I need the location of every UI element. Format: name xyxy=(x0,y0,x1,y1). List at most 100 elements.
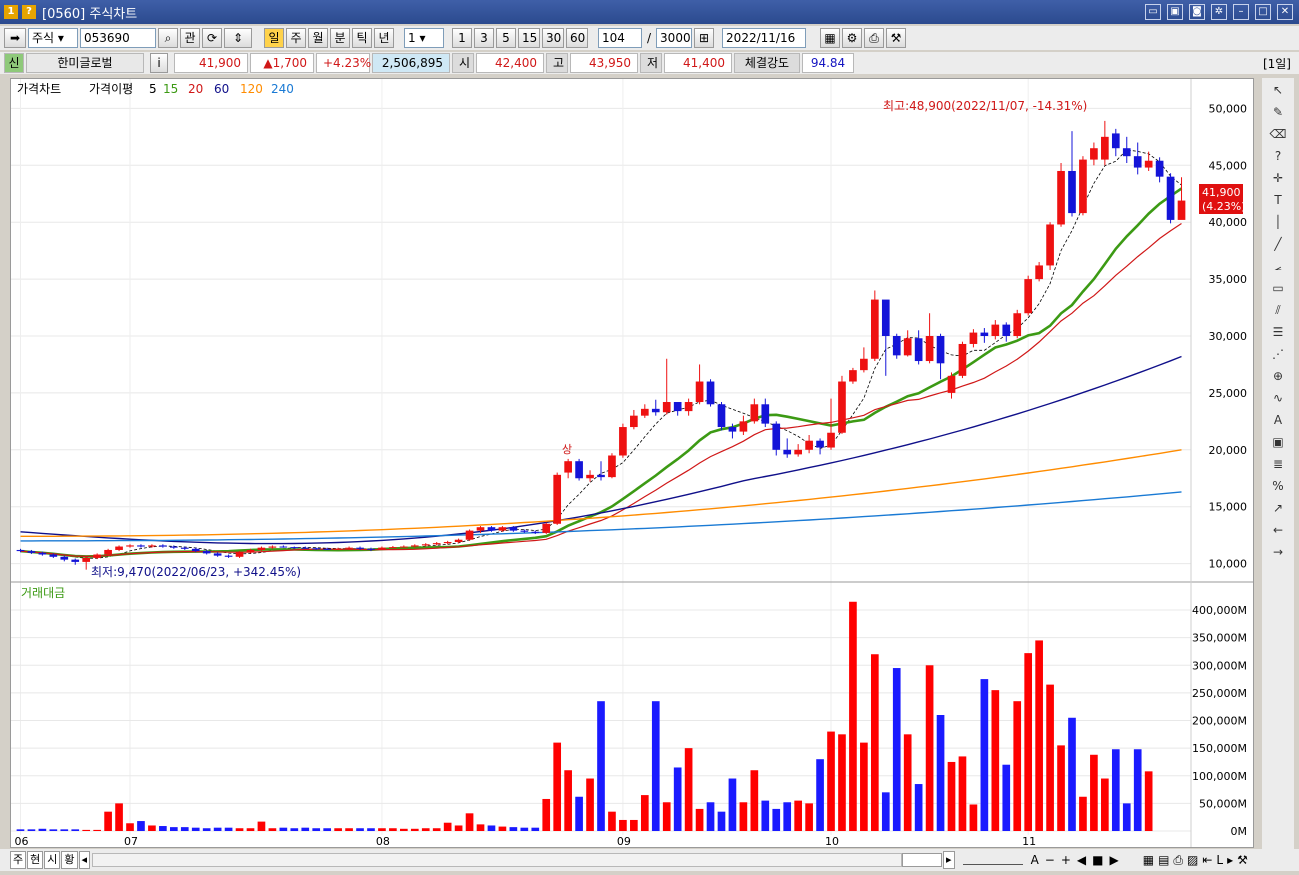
gear-icon[interactable]: ⚙ xyxy=(842,28,863,48)
volume-bars xyxy=(16,601,1153,831)
bottom-btn-hwang[interactable]: 황 xyxy=(61,851,78,869)
maximize-icon[interactable]: □ xyxy=(1255,4,1271,20)
candle-body xyxy=(345,547,353,549)
period-week[interactable]: 주 xyxy=(286,28,306,48)
count-input[interactable]: 104 xyxy=(598,28,642,48)
period-day[interactable]: 일 xyxy=(264,28,284,48)
step-back-icon[interactable]: ◀ xyxy=(1077,853,1086,867)
bottom-btn-ju[interactable]: 주 xyxy=(10,851,27,869)
strength-label: 체결강도 xyxy=(734,53,800,73)
minute-30[interactable]: 30 xyxy=(542,28,564,48)
window-icon[interactable]: ▣ xyxy=(1266,432,1290,452)
fibonacci-icon[interactable]: ☰ xyxy=(1266,322,1290,342)
candle-body xyxy=(838,381,846,433)
chart-svg[interactable]: 10,000 15,000 20,000 25,000 30,000 35,000 40,0… xyxy=(11,79,1253,847)
tools-bottom-icon[interactable]: ⚒ xyxy=(1237,853,1248,867)
vertical-line-icon[interactable]: │ xyxy=(1266,212,1290,232)
channel-icon[interactable]: ⫽ xyxy=(1266,300,1290,320)
minute-1[interactable]: 1 xyxy=(452,28,472,48)
bottom-btn-si[interactable]: 시 xyxy=(44,851,61,869)
chart-icon[interactable]: ▦ xyxy=(820,28,841,48)
zoom-icon[interactable]: ⊕ xyxy=(1266,366,1290,386)
volume-bar xyxy=(684,748,693,831)
apply-icon[interactable]: ⊞ xyxy=(694,28,715,48)
candle-body xyxy=(27,551,36,553)
back-icon[interactable]: ← xyxy=(1266,520,1290,540)
excel-icon[interactable]: ▦ xyxy=(1143,853,1154,867)
date-picker[interactable]: 2022/11/16 ▾ xyxy=(722,28,807,63)
rectangle-icon[interactable]: ▭ xyxy=(1266,278,1290,298)
zoom-slider[interactable] xyxy=(962,855,1023,865)
zoom-in-icon[interactable]: + xyxy=(1061,853,1071,867)
unit-select[interactable]: 1 ▾ xyxy=(404,28,444,48)
zoom-out-icon[interactable]: − xyxy=(1045,853,1055,867)
fan-icon[interactable]: ⋰ xyxy=(1266,344,1290,364)
image-icon[interactable]: ▨ xyxy=(1187,853,1198,867)
stop-icon[interactable]: ■ xyxy=(1092,853,1103,867)
text-tool-icon[interactable]: T xyxy=(1266,190,1290,210)
market-select[interactable]: 주식 ▾ xyxy=(28,28,78,48)
candle-body xyxy=(662,402,671,413)
volume-bar xyxy=(465,813,474,831)
cursor-icon[interactable]: ↖ xyxy=(1266,80,1290,100)
market-value: 주식 xyxy=(32,31,55,45)
minute-60[interactable]: 60 xyxy=(566,28,588,48)
refresh-icon[interactable]: ⟳ xyxy=(202,28,222,48)
horizontal-scrollbar[interactable] xyxy=(92,853,903,867)
print-chart-icon[interactable]: ⎙ xyxy=(1173,853,1183,868)
period-tick[interactable]: 틱 xyxy=(352,28,372,48)
play-icon[interactable]: ▶ xyxy=(1109,853,1118,867)
forward-icon[interactable]: → xyxy=(1266,542,1290,562)
window-badge-help[interactable]: ? xyxy=(22,5,36,19)
gwan-button[interactable]: 관 xyxy=(180,28,200,48)
info-button[interactable]: i xyxy=(150,53,168,73)
minute-15[interactable]: 15 xyxy=(518,28,540,48)
erase-all-icon[interactable]: ⌫ xyxy=(1266,124,1290,144)
volume-bar xyxy=(881,792,890,831)
minute-3[interactable]: 3 xyxy=(474,28,494,48)
close-icon[interactable]: ✕ xyxy=(1277,4,1293,20)
help-icon[interactable]: ? xyxy=(1266,146,1290,166)
save-icon[interactable]: ▣ xyxy=(1167,4,1183,20)
cycle-icon[interactable]: ∿ xyxy=(1266,388,1290,408)
arrow-up-icon[interactable]: ↗ xyxy=(1266,498,1290,518)
minute-5[interactable]: 5 xyxy=(496,28,516,48)
eraser-icon[interactable]: ✎ xyxy=(1266,102,1290,122)
angle-line-icon[interactable]: ⦟ xyxy=(1266,256,1290,276)
zoom-text-icon[interactable]: A xyxy=(1031,853,1039,867)
tools-icon[interactable]: ⚒ xyxy=(886,28,907,48)
code-input[interactable]: 053690 xyxy=(80,28,156,48)
crosshair-icon[interactable]: ✛ xyxy=(1266,168,1290,188)
bottom-btn-hyun[interactable]: 현 xyxy=(27,851,44,869)
volume-tick-label: 300,000M xyxy=(1192,659,1247,672)
line-icon[interactable]: L xyxy=(1216,853,1223,867)
search-icon[interactable]: ⌕ xyxy=(158,28,178,48)
period-year[interactable]: 년 xyxy=(374,28,394,48)
candle-body xyxy=(1133,156,1142,168)
trend-line-icon[interactable]: ╱ xyxy=(1266,234,1290,254)
scroll-left-icon[interactable]: ◂ xyxy=(78,851,91,869)
volume-bar xyxy=(27,829,36,831)
stock-name[interactable]: 한미글로벌 xyxy=(26,53,144,73)
print-icon[interactable]: ⎙ xyxy=(864,28,885,48)
list-icon[interactable]: ≣ xyxy=(1266,454,1290,474)
auto-icon[interactable]: A xyxy=(1266,410,1290,430)
volume-bar xyxy=(137,821,145,831)
left-align-icon[interactable]: ⇤ xyxy=(1202,853,1212,867)
total-input[interactable]: 3000 xyxy=(656,28,693,48)
chart-panel[interactable]: 10,000 15,000 20,000 25,000 30,000 35,000 40,0… xyxy=(10,78,1254,848)
save-chart-icon[interactable]: ▤ xyxy=(1158,853,1169,867)
candle-body xyxy=(684,402,693,412)
nav-arrow-icon[interactable]: ➡ xyxy=(4,28,26,48)
camera-icon[interactable]: ◙ xyxy=(1189,4,1205,20)
period-minute[interactable]: 분 xyxy=(330,28,350,48)
scroll-right-icon[interactable]: ▸ xyxy=(943,851,955,869)
minimize-icon[interactable]: – xyxy=(1233,4,1249,20)
link-icon[interactable]: ▭ xyxy=(1145,4,1161,20)
percent-icon[interactable]: % xyxy=(1266,476,1290,496)
next-icon[interactable]: ▸ xyxy=(1227,853,1233,867)
period-month[interactable]: 월 xyxy=(308,28,328,48)
settings-icon[interactable]: ✲ xyxy=(1211,4,1227,20)
updown-spinner-icon[interactable]: ⇕ xyxy=(224,28,252,48)
scroll-thumb[interactable] xyxy=(902,853,943,867)
